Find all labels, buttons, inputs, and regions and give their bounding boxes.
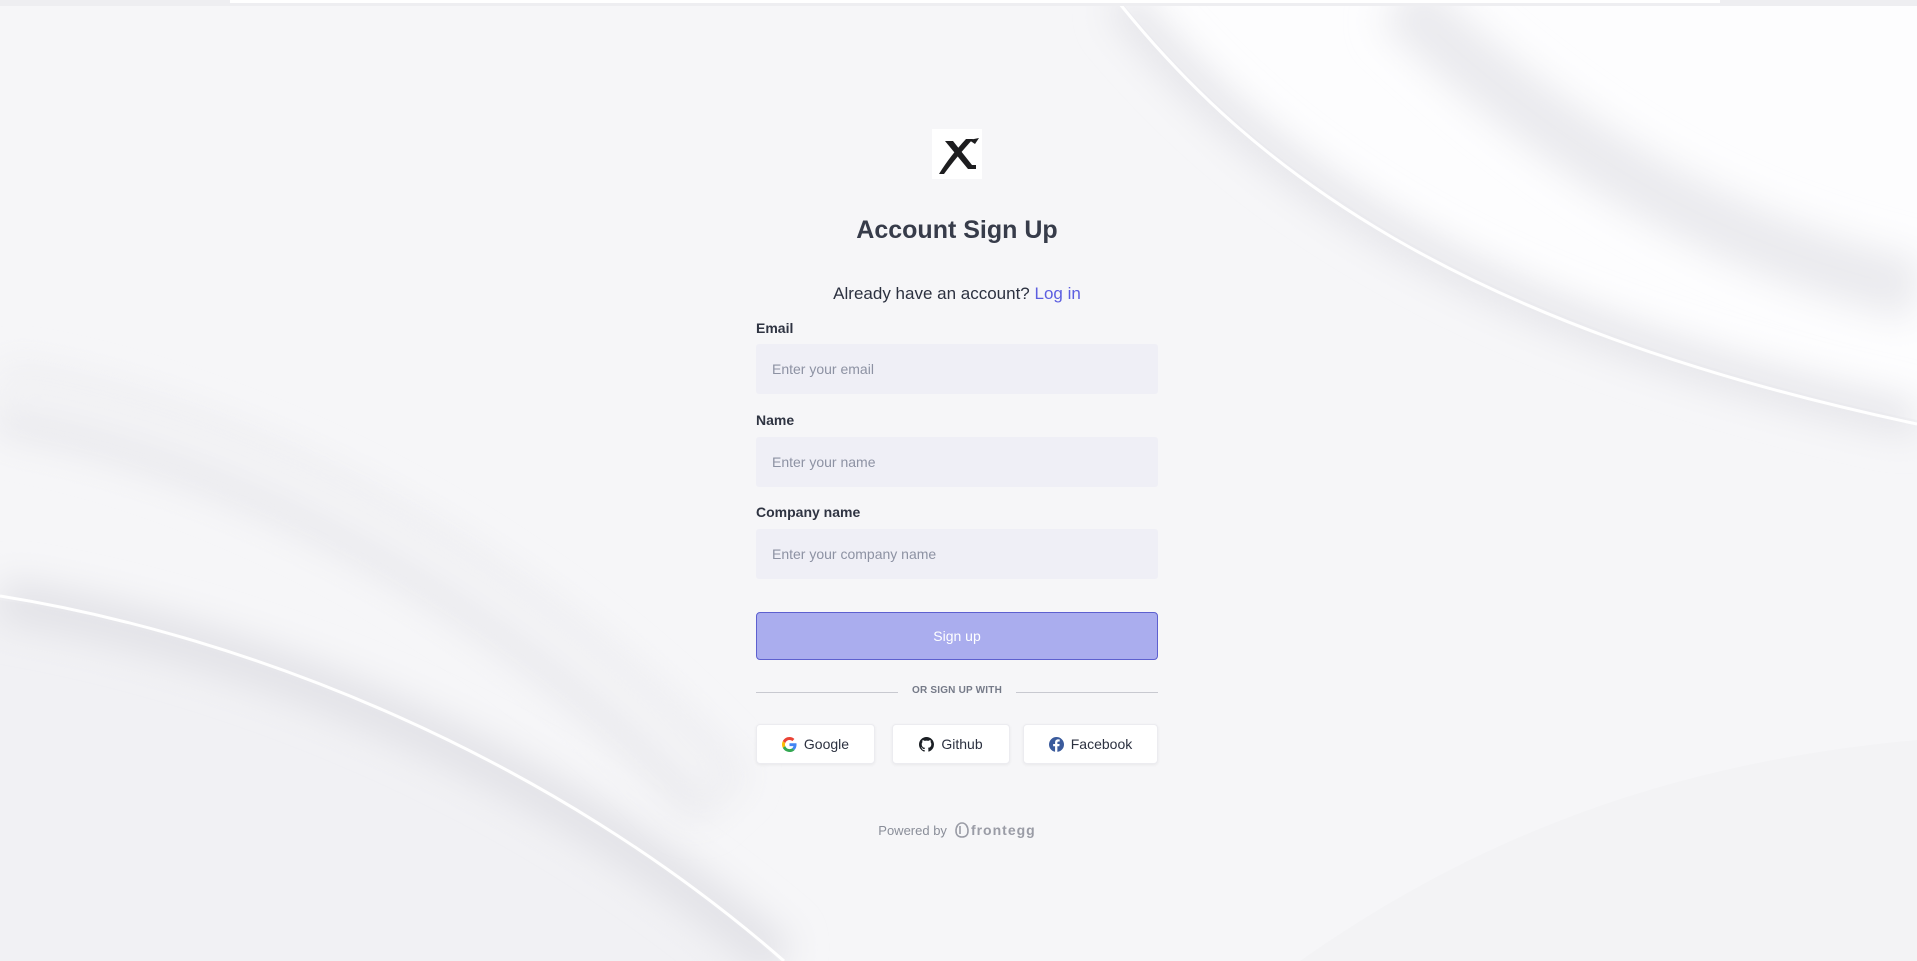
frontegg-brand-text: frontegg bbox=[970, 822, 1036, 838]
company-name-field[interactable] bbox=[756, 529, 1158, 579]
sign-up-button[interactable]: Sign up bbox=[756, 612, 1158, 660]
name-label: Name bbox=[756, 412, 795, 428]
divider-text: OR SIGN UP WITH bbox=[911, 685, 1003, 696]
google-label: Google bbox=[803, 736, 850, 752]
facebook-label: Facebook bbox=[1070, 736, 1133, 752]
powered-by-text: Powered by bbox=[878, 822, 947, 838]
email-label: Email bbox=[756, 320, 794, 336]
login-prompt: Already have an account? Log in bbox=[756, 284, 1158, 304]
facebook-signup-button[interactable]: Facebook bbox=[1023, 724, 1158, 764]
email-field[interactable] bbox=[756, 344, 1158, 394]
github-signup-button[interactable]: Github bbox=[892, 724, 1010, 764]
github-label: Github bbox=[941, 736, 983, 752]
facebook-icon bbox=[1048, 736, 1064, 752]
social-divider: OR SIGN UP WITH bbox=[756, 685, 1158, 701]
github-icon bbox=[919, 736, 935, 752]
login-prompt-text: Already have an account? bbox=[833, 284, 1030, 303]
google-icon bbox=[781, 736, 797, 752]
top-progress-bar-fill bbox=[230, 0, 1720, 3]
google-signup-button[interactable]: Google bbox=[756, 724, 875, 764]
login-link[interactable]: Log in bbox=[1035, 284, 1081, 303]
powered-by-footer: Powered by frontegg bbox=[756, 822, 1158, 838]
page-title: Account Sign Up bbox=[856, 216, 1058, 244]
frontegg-mark-icon bbox=[955, 822, 969, 838]
x-brand-logo-icon bbox=[932, 129, 982, 179]
name-field[interactable] bbox=[756, 437, 1158, 487]
company-name-label: Company name bbox=[756, 504, 861, 520]
top-progress-bar bbox=[0, 0, 1917, 6]
frontegg-logo: frontegg bbox=[955, 822, 1036, 838]
